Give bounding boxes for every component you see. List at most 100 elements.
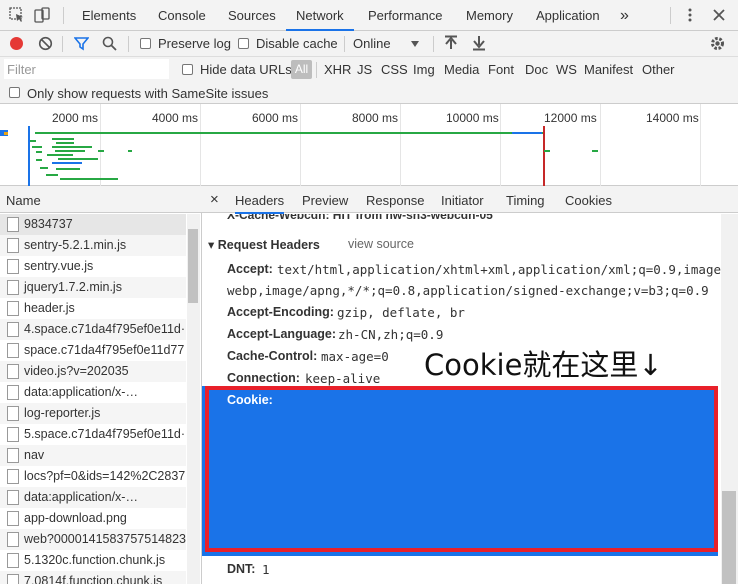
tab-performance[interactable]: Performance — [368, 0, 442, 31]
request-headers-section-title[interactable]: ▾ Request Headers — [208, 237, 320, 252]
samesite-checkbox[interactable] — [9, 87, 20, 98]
header-key-accept-language: Accept-Language: — [227, 327, 337, 341]
request-row[interactable]: 5.1320c.function.chunk.js — [0, 550, 186, 571]
tab-response[interactable]: Response — [366, 193, 425, 208]
kebab-menu-icon[interactable] — [682, 7, 698, 23]
request-row[interactable]: 4.space.c71da4f795ef0e11d· — [0, 319, 186, 340]
network-overview-timeline[interactable]: 2000 ms 4000 ms 6000 ms 8000 ms 10000 ms… — [0, 104, 738, 186]
throttle-select[interactable]: Online — [353, 36, 391, 51]
request-row[interactable]: sentry-5.2.1.min.js — [0, 235, 186, 256]
chevron-down-icon[interactable] — [410, 40, 420, 48]
filter-type-all[interactable]: All — [291, 60, 312, 79]
request-row[interactable]: locs?pf=0&ids=142%2C2837· — [0, 466, 186, 487]
header-key-accept: Accept: — [227, 262, 273, 276]
header-value-dnt: 1 — [262, 562, 270, 577]
request-list: Name 9834737 sentry-5.2.1.min.js sentry.vu… — [0, 186, 202, 584]
export-har-icon[interactable] — [472, 35, 486, 51]
request-row[interactable]: 5.space.c71da4f795ef0e11d· — [0, 424, 186, 445]
timeline-tick: 2000 ms — [52, 111, 99, 125]
request-row[interactable]: 9834737 — [0, 214, 186, 235]
tab-elements[interactable]: Elements — [82, 0, 136, 31]
inspect-element-icon[interactable] — [9, 7, 25, 23]
tab-cookies[interactable]: Cookies — [565, 193, 612, 208]
list-scrollbar-thumb[interactable] — [188, 229, 198, 303]
request-row[interactable]: nav — [0, 445, 186, 466]
filter-type-xhr[interactable]: XHR — [324, 62, 351, 77]
divider — [433, 36, 434, 52]
preserve-log-checkbox[interactable] — [140, 38, 151, 49]
filter-input[interactable] — [4, 59, 169, 79]
filter-type-js[interactable]: JS — [357, 62, 372, 77]
search-icon[interactable] — [102, 36, 117, 51]
filter-type-img[interactable]: Img — [413, 62, 435, 77]
request-name: jquery1.7.2.min.js — [24, 280, 122, 294]
devtools-tab-bar: Elements Console Sources Network Perform… — [0, 0, 738, 31]
divider — [316, 62, 317, 78]
request-row[interactable]: app-download.png — [0, 508, 186, 529]
request-row[interactable]: data:application/x-… — [0, 382, 186, 403]
request-row[interactable]: data:application/x-… — [0, 487, 186, 508]
request-name: header.js — [24, 301, 75, 315]
file-icon — [7, 574, 19, 584]
more-tabs-button[interactable]: » — [620, 0, 629, 31]
network-toolbar: Preserve log Disable cache Online — [0, 31, 738, 57]
filter-type-other[interactable]: Other — [642, 62, 675, 77]
header-value-accept: text/html,application/xhtml+xml,applicat… — [277, 262, 729, 277]
request-row[interactable]: 7.0814f.function.chunk.js — [0, 571, 186, 584]
request-name: sentry-5.2.1.min.js — [24, 238, 127, 252]
request-name: web?000014158375751482​3· — [24, 532, 186, 546]
annotation-text: Cookie就在这里↓ — [424, 348, 663, 382]
clear-icon[interactable] — [38, 36, 53, 51]
tab-network[interactable]: Network — [286, 0, 354, 31]
file-icon — [7, 532, 19, 547]
close-detail-button[interactable]: × — [210, 191, 219, 208]
close-icon[interactable] — [711, 7, 727, 23]
header-value-accept-cont: webp,image/apng,*/*;q=0.8,application/si… — [227, 283, 709, 298]
import-har-icon[interactable] — [444, 35, 458, 51]
device-toolbar-icon[interactable] — [34, 7, 50, 23]
tab-timing[interactable]: Timing — [506, 193, 545, 208]
name-column-label: Name — [6, 193, 41, 208]
tab-initiator[interactable]: Initiator — [441, 193, 484, 208]
record-icon[interactable] — [9, 36, 24, 51]
file-icon — [7, 280, 19, 295]
request-name: 7.0814f.function.chunk.js — [24, 574, 163, 584]
detail-tab-bar: × Headers Preview Response Initiator Tim… — [202, 186, 738, 214]
request-row[interactable]: space.c71da4f795ef0e11d77 — [0, 340, 186, 361]
filter-type-manifest[interactable]: Manifest — [584, 62, 633, 77]
samesite-label: Only show requests with SameSite issues — [27, 86, 269, 101]
timeline-tick: 8000 ms — [352, 111, 399, 125]
name-column-header[interactable]: Name — [0, 186, 202, 213]
gear-icon[interactable] — [709, 35, 726, 52]
request-row[interactable]: video.js?v=202035 — [0, 361, 186, 382]
file-icon — [7, 322, 19, 337]
filter-type-doc[interactable]: Doc — [525, 62, 548, 77]
disable-cache-checkbox[interactable] — [238, 38, 249, 49]
request-row[interactable]: sentry.vue.js — [0, 256, 186, 277]
request-row[interactable]: jquery1.7.2.min.js — [0, 277, 186, 298]
filter-type-css[interactable]: CSS — [381, 62, 408, 77]
tab-application[interactable]: Application — [536, 0, 600, 31]
disable-cache-label: Disable cache — [256, 36, 338, 51]
filter-icon[interactable] — [74, 36, 89, 51]
hide-data-urls-checkbox[interactable] — [182, 64, 193, 75]
divider — [128, 36, 129, 52]
view-source-link[interactable]: view source — [348, 237, 414, 251]
request-row[interactable]: log-reporter.js — [0, 403, 186, 424]
filter-type-ws[interactable]: WS — [556, 62, 577, 77]
request-row[interactable]: header.js — [0, 298, 186, 319]
request-name: 4.space.c71da4f795ef0e11d· — [24, 322, 186, 336]
request-name: log-reporter.js — [24, 406, 101, 420]
request-name: 5.1320c.function.chunk.js — [24, 553, 166, 567]
detail-scrollbar-thumb[interactable] — [722, 491, 736, 584]
tab-preview[interactable]: Preview — [302, 193, 348, 208]
request-name: video.js?v=202035 — [24, 364, 129, 378]
tab-sources[interactable]: Sources — [228, 0, 276, 31]
request-row[interactable]: web?000014158375751482​3· — [0, 529, 186, 550]
tab-console[interactable]: Console — [158, 0, 206, 31]
filter-type-media[interactable]: Media — [444, 62, 479, 77]
filter-type-font[interactable]: Font — [488, 62, 514, 77]
tab-headers[interactable]: Headers — [235, 193, 285, 214]
tab-memory[interactable]: Memory — [466, 0, 513, 31]
header-key-cache-control: Cache-Control: — [227, 349, 318, 363]
